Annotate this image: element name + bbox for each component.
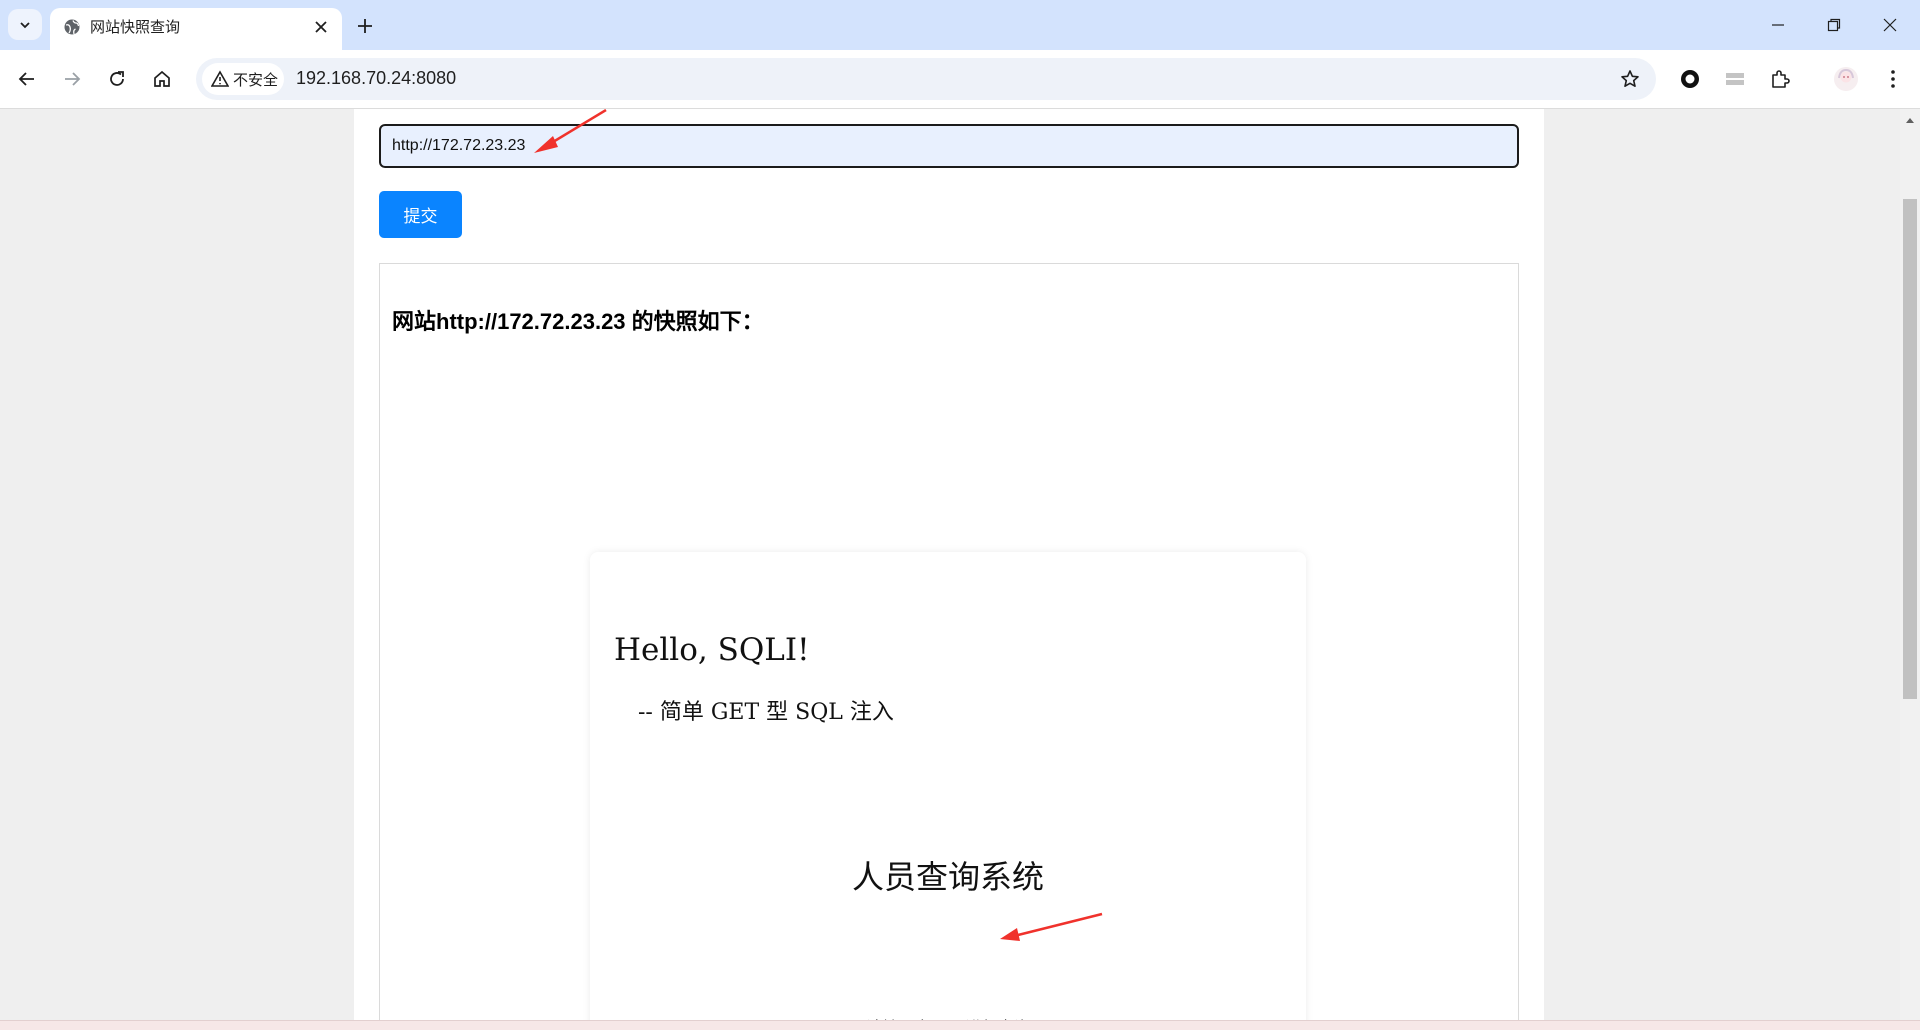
home-button[interactable] [145, 62, 179, 96]
profile-avatar-icon [1834, 67, 1858, 91]
page-container: 提交 网站http://172.72.23.23 的快照如下： Hello, S… [354, 109, 1544, 1025]
tab-search-button[interactable] [8, 9, 42, 40]
back-button[interactable] [10, 62, 44, 96]
submit-button[interactable]: 提交 [379, 191, 462, 238]
bookmark-button[interactable] [1616, 65, 1644, 93]
restore-button[interactable] [1806, 0, 1862, 50]
snapshot-system-title: 人员查询系统 [851, 858, 1044, 896]
home-icon [154, 70, 170, 87]
tab-title: 网站快照查询 [90, 19, 181, 36]
globe-icon [62, 17, 82, 37]
new-tab-button[interactable] [350, 11, 380, 41]
warning-icon [211, 70, 229, 88]
star-icon [1621, 70, 1639, 87]
menu-button[interactable] [1876, 62, 1910, 96]
window-close-icon [1883, 18, 1897, 32]
plus-icon [358, 19, 372, 33]
tab-strip: 网站快照查询 [0, 0, 1920, 50]
result-heading: 网站http://172.72.23.23 的快照如下： [392, 309, 764, 334]
security-chip[interactable]: 不安全 [202, 63, 284, 95]
scroll-up-arrow[interactable] [1900, 113, 1920, 127]
extensions-puzzle-icon [1772, 70, 1790, 88]
forward-button[interactable] [55, 62, 89, 96]
minimize-icon [1772, 24, 1784, 26]
browser-toolbar: 不安全 192.168.70.24:8080 [0, 50, 1920, 109]
list-extension-button[interactable] [1718, 62, 1752, 96]
minimize-button[interactable] [1750, 0, 1806, 50]
scrollbar-thumb[interactable] [1903, 199, 1917, 699]
tab-close-button[interactable] [308, 14, 334, 40]
profile-button[interactable] [1829, 62, 1863, 96]
url-text[interactable]: 192.168.70.24:8080 [296, 68, 456, 89]
list-extension-icon [1726, 73, 1744, 85]
security-label: 不安全 [233, 71, 279, 89]
extensions-button[interactable] [1763, 62, 1797, 96]
reload-button[interactable] [100, 62, 134, 96]
record-extension-button[interactable] [1673, 62, 1707, 96]
url-input[interactable] [379, 124, 1519, 168]
close-icon [315, 21, 327, 33]
vertical-scrollbar[interactable] [1900, 109, 1920, 1025]
snapshot-hello-title: Hello, SQLI! [614, 632, 810, 668]
snapshot-card: Hello, SQLI! -- 简单 GET 型 SQL 注入 人员查询系统 请… [590, 552, 1306, 1025]
tab-search-icon [20, 21, 30, 28]
active-tab[interactable]: 网站快照查询 [50, 8, 342, 50]
page-viewport: 提交 网站http://172.72.23.23 的快照如下： Hello, S… [0, 109, 1920, 1025]
address-bar[interactable]: 不安全 192.168.70.24:8080 [196, 58, 1656, 100]
forward-icon [65, 72, 81, 86]
restore-icon [1827, 18, 1841, 32]
record-extension-icon [1681, 70, 1699, 88]
snapshot-result-box: 网站http://172.72.23.23 的快照如下： Hello, SQLI… [379, 263, 1519, 1025]
kebab-menu-icon [1891, 70, 1895, 88]
window-close-button[interactable] [1862, 0, 1918, 50]
reload-icon [110, 71, 124, 86]
snapshot-subtitle: -- 简单 GET 型 SQL 注入 [638, 700, 894, 725]
back-icon [18, 72, 34, 86]
